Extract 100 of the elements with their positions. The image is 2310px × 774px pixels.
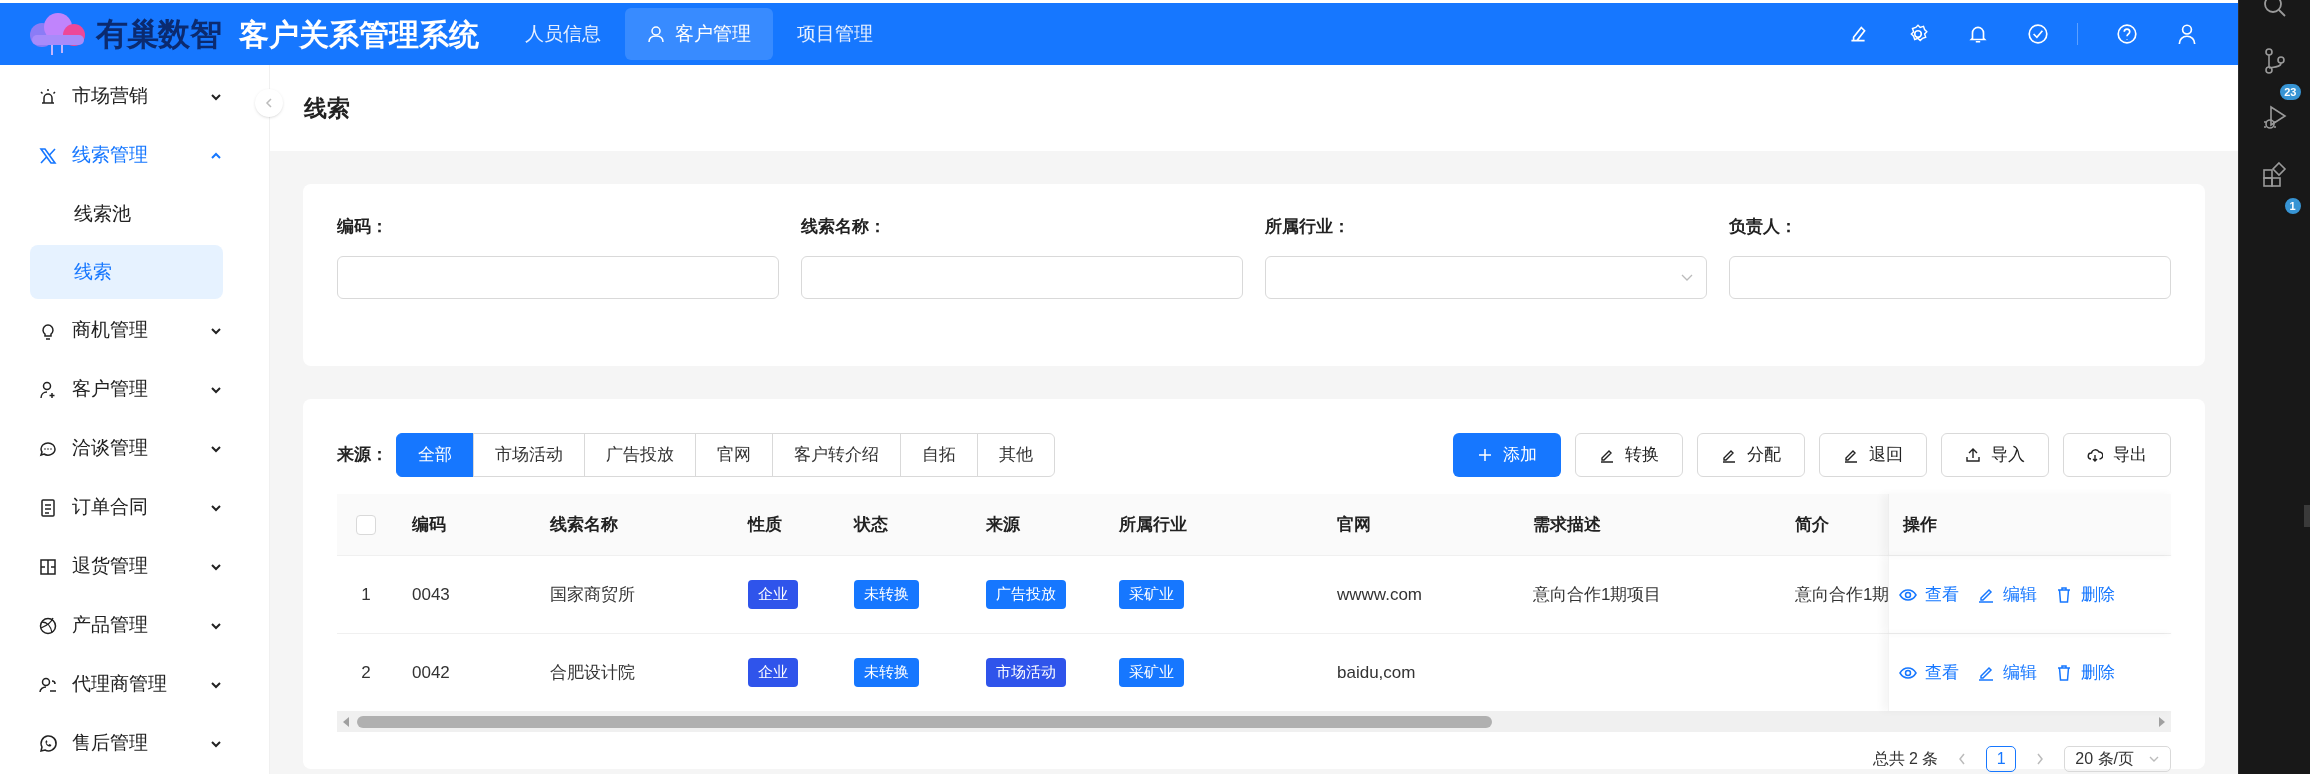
segment-tab[interactable]: 市场活动 (473, 433, 585, 477)
status-tag: 未转换 (854, 580, 919, 609)
row-action-link[interactable]: 删除 (2055, 581, 2115, 608)
column-header: 所属行业 (1119, 513, 1187, 536)
status-tag: 广告投放 (986, 580, 1066, 609)
count-badge: 23 (2278, 82, 2303, 102)
row-action-link[interactable]: 编辑 (1977, 659, 2037, 686)
input-field[interactable] (1729, 255, 2171, 299)
table-cell-text: baidu,com (1337, 661, 1416, 684)
action-button[interactable]: 分配 (1697, 433, 1805, 477)
column-header: 操作 (1903, 513, 1937, 536)
sidebar-item[interactable]: 退货管理 (0, 537, 253, 596)
table-cell-text: 0042 (412, 661, 450, 684)
field-label: 负责人： (1729, 216, 1798, 238)
table-cell-text: 合肥设计院 (550, 661, 635, 684)
status-tag: 采矿业 (1119, 580, 1184, 609)
status-tag: 企业 (748, 580, 798, 609)
segment-tab[interactable]: 客户转介绍 (772, 433, 901, 477)
total-count: 总共 2 条 (1872, 749, 1939, 769)
user-add-icon (38, 379, 58, 400)
trash-icon (2055, 585, 2073, 604)
sidebar-item[interactable]: 商机管理 (0, 301, 253, 360)
column-header: 来源 (986, 513, 1020, 536)
scrollbar-thumb[interactable] (357, 716, 1492, 728)
column-header: 线索名称 (550, 513, 618, 536)
scroll-right-icon[interactable] (2157, 716, 2167, 728)
input-field[interactable] (801, 255, 1243, 299)
sidebar-item[interactable]: 客户管理 (0, 360, 253, 419)
action-button[interactable]: 转换 (1575, 433, 1683, 477)
sidebar-item[interactable]: 市场营销 (0, 67, 253, 126)
select-field[interactable] (1265, 255, 1707, 299)
row-action-link[interactable]: 编辑 (1977, 581, 2037, 608)
help-button[interactable] (2116, 23, 2138, 45)
sidebar-item[interactable]: 售后管理 (0, 714, 253, 773)
sidebar-item[interactable]: 洽谈管理 (0, 419, 253, 478)
user-button[interactable] (2176, 23, 2198, 45)
nav-tab[interactable]: 项目管理 (774, 8, 895, 60)
sidebar-item[interactable]: 订单合同 (0, 478, 253, 537)
page-size-select[interactable]: 20 条/页 (2064, 746, 2171, 772)
chevron-left-icon (263, 97, 275, 109)
row-action-link[interactable]: 查看 (1899, 581, 1959, 608)
page-button[interactable]: 1 (1986, 746, 2017, 772)
chevron-left-icon (1957, 752, 1968, 766)
filter-label: 来源： (337, 444, 388, 467)
extensions-button[interactable] (2260, 161, 2289, 189)
action-button[interactable]: 导入 (1941, 433, 2049, 477)
row-number: 2 (361, 661, 371, 684)
action-button[interactable]: 添加 (1453, 433, 1561, 477)
row-action-link[interactable]: 查看 (1899, 659, 1959, 686)
segment-tab[interactable]: 全部 (396, 433, 474, 477)
field-label: 编码： (337, 216, 389, 238)
cloud-download-icon (2087, 447, 2103, 463)
table-cell-text: 国家商贸所 (550, 583, 635, 606)
column-header: 状态 (854, 513, 888, 536)
nav-tab[interactable]: 人员信息 (502, 8, 623, 60)
scrollbar-thumb[interactable] (2304, 505, 2310, 527)
column-header: 编码 (412, 513, 446, 536)
segment-tab[interactable]: 官网 (695, 433, 773, 477)
user-icon (646, 25, 665, 43)
phone-chat-icon (38, 733, 58, 754)
column-header: 需求描述 (1533, 513, 1601, 536)
column-header: 性质 (748, 513, 782, 536)
row-action-link[interactable]: 删除 (2055, 659, 2115, 686)
status-tag: 市场活动 (986, 658, 1066, 687)
segment-tab[interactable]: 自拓 (900, 433, 978, 477)
status-tag: 企业 (748, 658, 798, 687)
sidebar-subitem[interactable]: 线索 (30, 245, 223, 299)
column-header: 简介 (1795, 513, 1829, 536)
trash-icon (2055, 663, 2073, 682)
chevron-right-icon (2035, 752, 2046, 766)
action-button[interactable]: 导出 (2063, 433, 2171, 477)
page-title: 线索 (304, 93, 350, 123)
action-button[interactable]: 退回 (1819, 433, 1927, 477)
field-label: 所属行业： (1265, 216, 1351, 238)
column-header: 官网 (1337, 513, 1371, 536)
sidebar-item[interactable]: 产品管理 (0, 596, 253, 655)
alarm-icon (38, 86, 58, 107)
count-badge: 1 (2282, 196, 2303, 216)
status-tag: 采矿业 (1119, 658, 1184, 687)
scroll-left-icon[interactable] (341, 716, 351, 728)
check-circle-button[interactable] (2027, 23, 2049, 45)
checkbox[interactable] (356, 514, 376, 535)
app-title: 客户关系管理系统 (238, 16, 479, 53)
table-cell-text: 0043 (412, 583, 450, 606)
sidebar-item[interactable]: 代理商管理 (0, 655, 253, 714)
collapse-button[interactable] (255, 89, 283, 117)
status-tag: 未转换 (854, 658, 919, 687)
horizontal-scrollbar[interactable] (337, 712, 2171, 732)
sidebar-subitem[interactable]: 线索池 (30, 187, 223, 241)
field-label: 线索名称： (801, 216, 887, 238)
frame-icon (38, 556, 58, 577)
table-cell-text: 意向合作1期 (1795, 583, 1888, 606)
brand-name: 有巢数智 (96, 15, 221, 54)
segment-tab[interactable]: 其他 (977, 433, 1055, 477)
sidebar-item[interactable]: 线索管理 (0, 126, 253, 185)
row-number: 1 (361, 583, 371, 606)
table-cell-text: 意向合作1期项目 (1533, 583, 1662, 606)
input-field[interactable] (337, 255, 779, 299)
document-icon (38, 497, 58, 518)
segment-tab[interactable]: 广告投放 (584, 433, 696, 477)
